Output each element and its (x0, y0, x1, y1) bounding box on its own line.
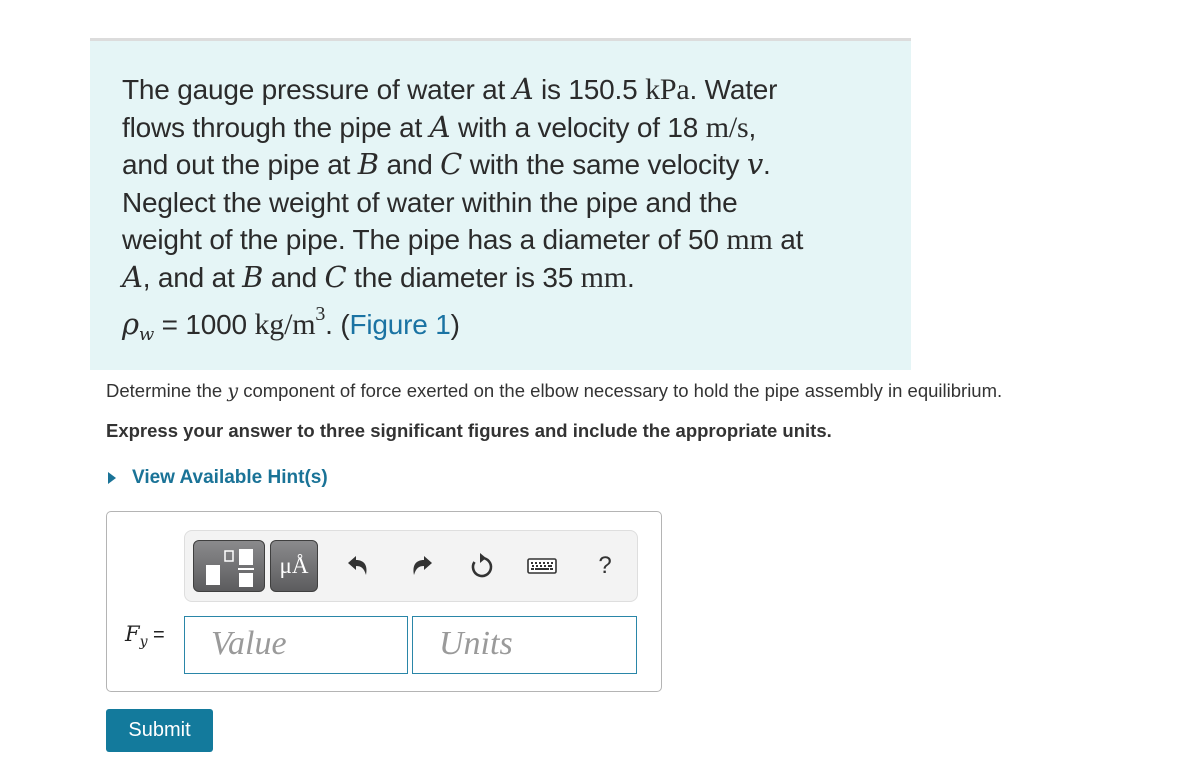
math-toolbar: μÅ ? (184, 530, 638, 602)
reset-button[interactable] (467, 551, 497, 581)
problem-line-5: weight of the pipe. The pipe has a diame… (122, 223, 804, 256)
problem-line-4: Neglect the weight of water within the p… (122, 186, 738, 218)
templates-button[interactable] (193, 540, 265, 592)
expand-triangle-icon (108, 472, 116, 484)
answer-instruction: Express your answer to three significant… (106, 420, 832, 441)
keyboard-button[interactable] (525, 551, 559, 581)
problem-line-6: A, and at B and C the diameter is 35 mm. (122, 259, 635, 294)
reset-icon (471, 553, 493, 578)
units-button[interactable]: μÅ (270, 540, 318, 592)
problem-line-1: The gauge pressure of water at A is 150.… (122, 72, 778, 106)
view-hints-toggle[interactable]: View Available Hint(s) (108, 467, 328, 489)
units-input[interactable]: Units (412, 616, 637, 674)
problem-line-7: ρw = 1000 kg/m3. (Figure 1) (122, 303, 460, 345)
answer-label: Fy = (125, 622, 165, 650)
undo-button[interactable] (343, 551, 373, 581)
undo-icon (348, 556, 367, 575)
redo-button[interactable] (407, 551, 437, 581)
keyboard-icon (527, 558, 557, 574)
value-input[interactable]: Value (184, 616, 408, 674)
figure-link[interactable]: Figure 1 (349, 309, 450, 340)
submit-button[interactable]: Submit (106, 709, 213, 752)
problem-line-3: and out the pipe at B and C with the sam… (122, 147, 771, 181)
redo-icon (413, 556, 432, 575)
hint-label: View Available Hint(s) (132, 467, 328, 488)
problem-statement: The gauge pressure of water at A is 150.… (90, 38, 911, 370)
rho-symbol: ρ (122, 307, 139, 341)
templates-icon (206, 549, 254, 587)
problem-line-2: flows through the pipe at A with a veloc… (122, 109, 757, 144)
answer-box: μÅ ? Fy = Value Units (106, 511, 662, 692)
problem-text: The gauge pressure of water at A is 150.… (122, 71, 879, 354)
question-text: Determine the y component of force exert… (106, 380, 1003, 402)
help-button[interactable]: ? (590, 551, 620, 581)
